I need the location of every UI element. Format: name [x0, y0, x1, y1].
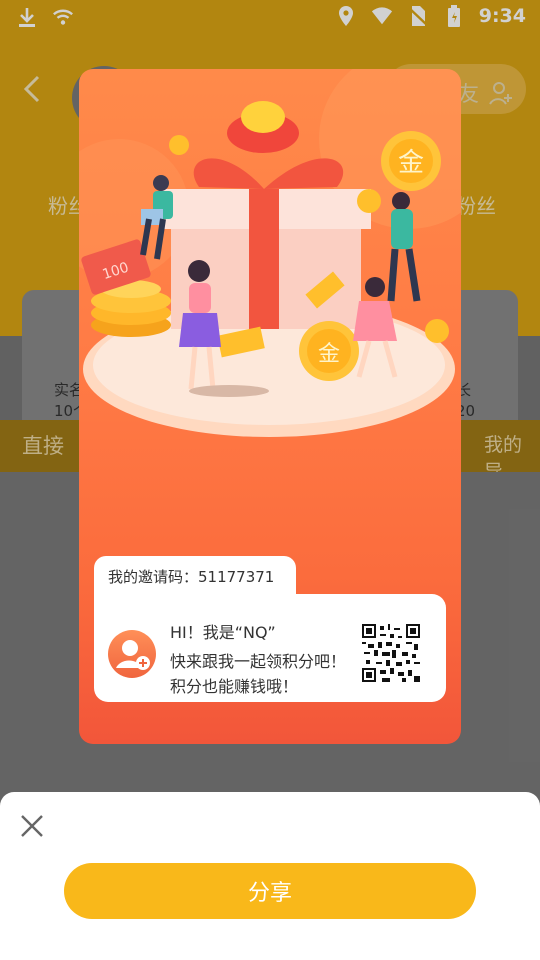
coin-char-bottom: 金	[318, 342, 340, 367]
invite-message-line2: 积分也能赚钱哦！	[170, 677, 299, 696]
close-icon[interactable]	[18, 812, 46, 840]
share-button[interactable]: 分享	[64, 863, 476, 919]
invite-message-line1: 快来跟我一起领积分吧！	[170, 652, 347, 671]
coin-char-top: 金	[398, 148, 424, 178]
qr-code-icon	[362, 624, 420, 682]
greeting-text: HI！我是“NQ”	[170, 623, 276, 642]
invite-code-label: 我的邀请码：51177371	[108, 568, 275, 586]
avatar-icon	[108, 630, 156, 678]
